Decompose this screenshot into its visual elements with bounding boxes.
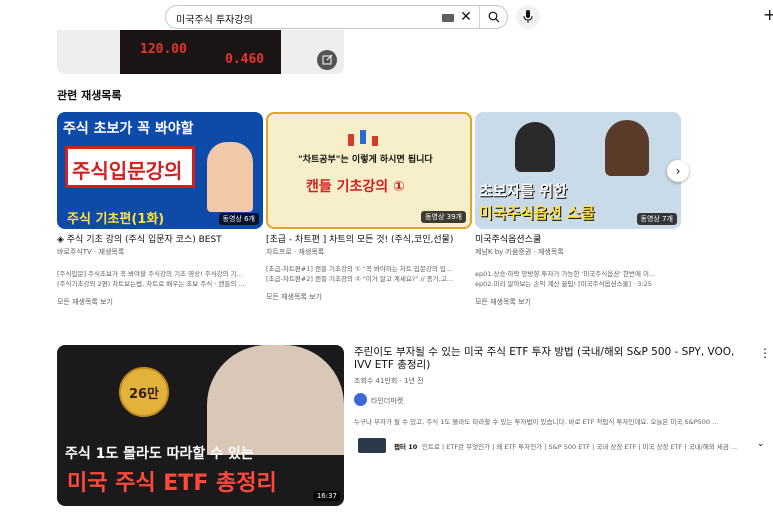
thumb-text: 주식 초보가 꼭 봐야할 <box>63 121 194 137</box>
candle-icon <box>372 136 378 146</box>
playlist-thumbnail[interactable]: "차트공부"는 이렇게 하시면 됩니다 캔들 기초강의 ① 동영상 39개 <box>266 112 472 229</box>
create-plus-icon[interactable]: + <box>763 5 773 24</box>
medal-text: 26만 <box>128 387 160 402</box>
video-title[interactable]: 주린이도 부자될 수 있는 미국 주식 ETF 투자 방법 (국내/해외 S&P… <box>354 346 754 372</box>
chapter-thumbnail <box>358 438 386 453</box>
section-title: 관련 재생목록 <box>57 89 122 102</box>
playlist-title[interactable]: 미국주식옵션스쿨 <box>475 234 681 246</box>
video-description: 누구나 부자가 될 수 있고, 주식 1도 몰라도 따라할 수 있는 투자법이 … <box>354 418 719 426</box>
playlist-title[interactable]: [초급 - 차트편 ] 차트의 모든 것! (주식,코인,선물) <box>266 234 472 246</box>
search-input[interactable] <box>176 10 436 26</box>
view-full-playlist-link[interactable]: 모든 재생목록 보기 <box>475 297 681 307</box>
thumb-text: "차트공부"는 이렇게 하시면 됩니다 <box>298 155 433 165</box>
thumb-text: 주식 기초편(1화) <box>67 212 165 227</box>
video-count-badge: 동영상 6개 <box>218 213 259 225</box>
playlist-item[interactable]: ep02.미리 알아보는 손익 계산 꿀팁! [미국주식옵션스쿨] · 3:25 <box>475 279 681 289</box>
person-image <box>207 345 344 455</box>
open-external-icon[interactable] <box>317 50 337 70</box>
channel-name[interactable]: 타인더마켓 <box>371 396 403 406</box>
search-divider <box>479 6 480 28</box>
presenter-image <box>207 142 253 212</box>
candle-icon <box>348 134 354 146</box>
playlist-item[interactable]: [주식입문] 주식초보가 꼭 봐야할 주식강의 기초 영상! 주식강의 기... <box>57 269 263 279</box>
video-thumbnail[interactable]: 26만 주식 1도 몰라도 따라할 수 있는 미국 주식 ETF 총정리 16:… <box>57 345 344 506</box>
video-meta: 조회수 41만회 · 1년 전 <box>354 377 424 385</box>
keyboard-icon[interactable] <box>442 14 454 22</box>
ticker-value: 120.00 <box>140 42 187 57</box>
video-count-badge: 동영상 39개 <box>421 211 466 223</box>
thumb-text: 초보자를 위한 <box>479 182 568 200</box>
playlist-thumbnail[interactable]: 주식 초보가 꼭 봐야할 주식입문강의 주식 기초편(1화) 동영상 6개 <box>57 112 263 229</box>
thumb-text: 미국주식옵션 스쿨 <box>479 204 595 222</box>
playlist-item[interactable]: ep01.상승·하락 양방향 투자가 가능한 '미국주식옵션' 한번에 이... <box>475 269 681 279</box>
video-duration: 16:37 <box>313 491 340 501</box>
medal-icon: 26만 <box>119 367 169 417</box>
clear-icon[interactable]: ✕ <box>458 9 474 25</box>
playlist-item[interactable]: [초급-차트편#2] 캔들 기초강의 ② "이거 알고 계세요?" // 종가,… <box>266 274 472 284</box>
chapters-bar[interactable]: 챕터 10 인트로 | ETF란 무엇인가 | 왜 ETF 투자인가 | S&P… <box>354 437 771 455</box>
mic-icon <box>523 10 533 23</box>
thumb-text: 주식입문강의 <box>72 159 183 183</box>
ticker-value: 0.460 <box>225 52 265 67</box>
chapters-label: 챕터 10 <box>394 443 418 451</box>
playlist-card[interactable]: 초보자를 위한 미국주식옵션 스쿨 동영상 7개 미국주식옵션스쿨 제남K by… <box>475 112 681 307</box>
video-count-badge: 동영상 7개 <box>636 213 677 225</box>
thumb-text: 미국 주식 ETF 총정리 <box>67 471 277 496</box>
chapters-list: 인트로 | ETF란 무엇인가 | 왜 ETF 투자인가 | S&P 500 E… <box>422 443 738 451</box>
presenter-image <box>605 120 649 176</box>
thumb-text: 주식 1도 몰라도 따라할 수 있는 <box>65 446 254 462</box>
playlist-channel[interactable]: 차트프로 · 재생목록 <box>266 247 472 257</box>
playlist-channel[interactable]: 바로주식TV · 재생목록 <box>57 247 263 257</box>
more-options-icon[interactable]: ⋮ <box>759 346 771 360</box>
playlist-card[interactable]: 주식 초보가 꼭 봐야할 주식입문강의 주식 기초편(1화) 동영상 6개 ◈ … <box>57 112 263 307</box>
presenter-image <box>515 122 555 172</box>
playlist-title[interactable]: ◈ 주식 기초 강의 (주식 입문자 코스) BEST <box>57 234 263 246</box>
view-full-playlist-link[interactable]: 모든 재생목록 보기 <box>57 297 263 307</box>
search-icon[interactable] <box>488 11 500 23</box>
carousel-next-button[interactable]: › <box>667 160 689 182</box>
candle-icon <box>360 130 366 144</box>
previous-video-thumbnail[interactable]: 120.00 0.460 <box>57 30 344 74</box>
thumb-banner: 주식입문강의 <box>65 146 195 188</box>
search-box[interactable]: ✕ <box>165 5 508 29</box>
playlist-card[interactable]: "차트공부"는 이렇게 하시면 됩니다 캔들 기초강의 ① 동영상 39개 [초… <box>266 112 472 302</box>
playlist-item[interactable]: [초급-차트편#1] 캔들 기초강의 ① "꼭 봐야하는 차트 입문강의 입..… <box>266 264 472 274</box>
chevron-down-icon[interactable]: ⌄ <box>757 439 765 449</box>
playlist-channel[interactable]: 제남K by 키움증권 · 재생목록 <box>475 247 681 257</box>
playlist-item[interactable]: (주식기초강의 2편) 차트보는법, 차트로 배우는 초보 주식 · 캔들의 .… <box>57 279 263 289</box>
channel-avatar[interactable] <box>354 393 367 406</box>
thumb-text: 캔들 기초강의 ① <box>306 179 405 195</box>
playlist-thumbnail[interactable]: 초보자를 위한 미국주식옵션 스쿨 동영상 7개 <box>475 112 681 229</box>
view-full-playlist-link[interactable]: 모든 재생목록 보기 <box>266 292 472 302</box>
stock-ticker-image: 120.00 0.460 <box>120 30 281 74</box>
voice-search-button[interactable] <box>516 5 540 29</box>
